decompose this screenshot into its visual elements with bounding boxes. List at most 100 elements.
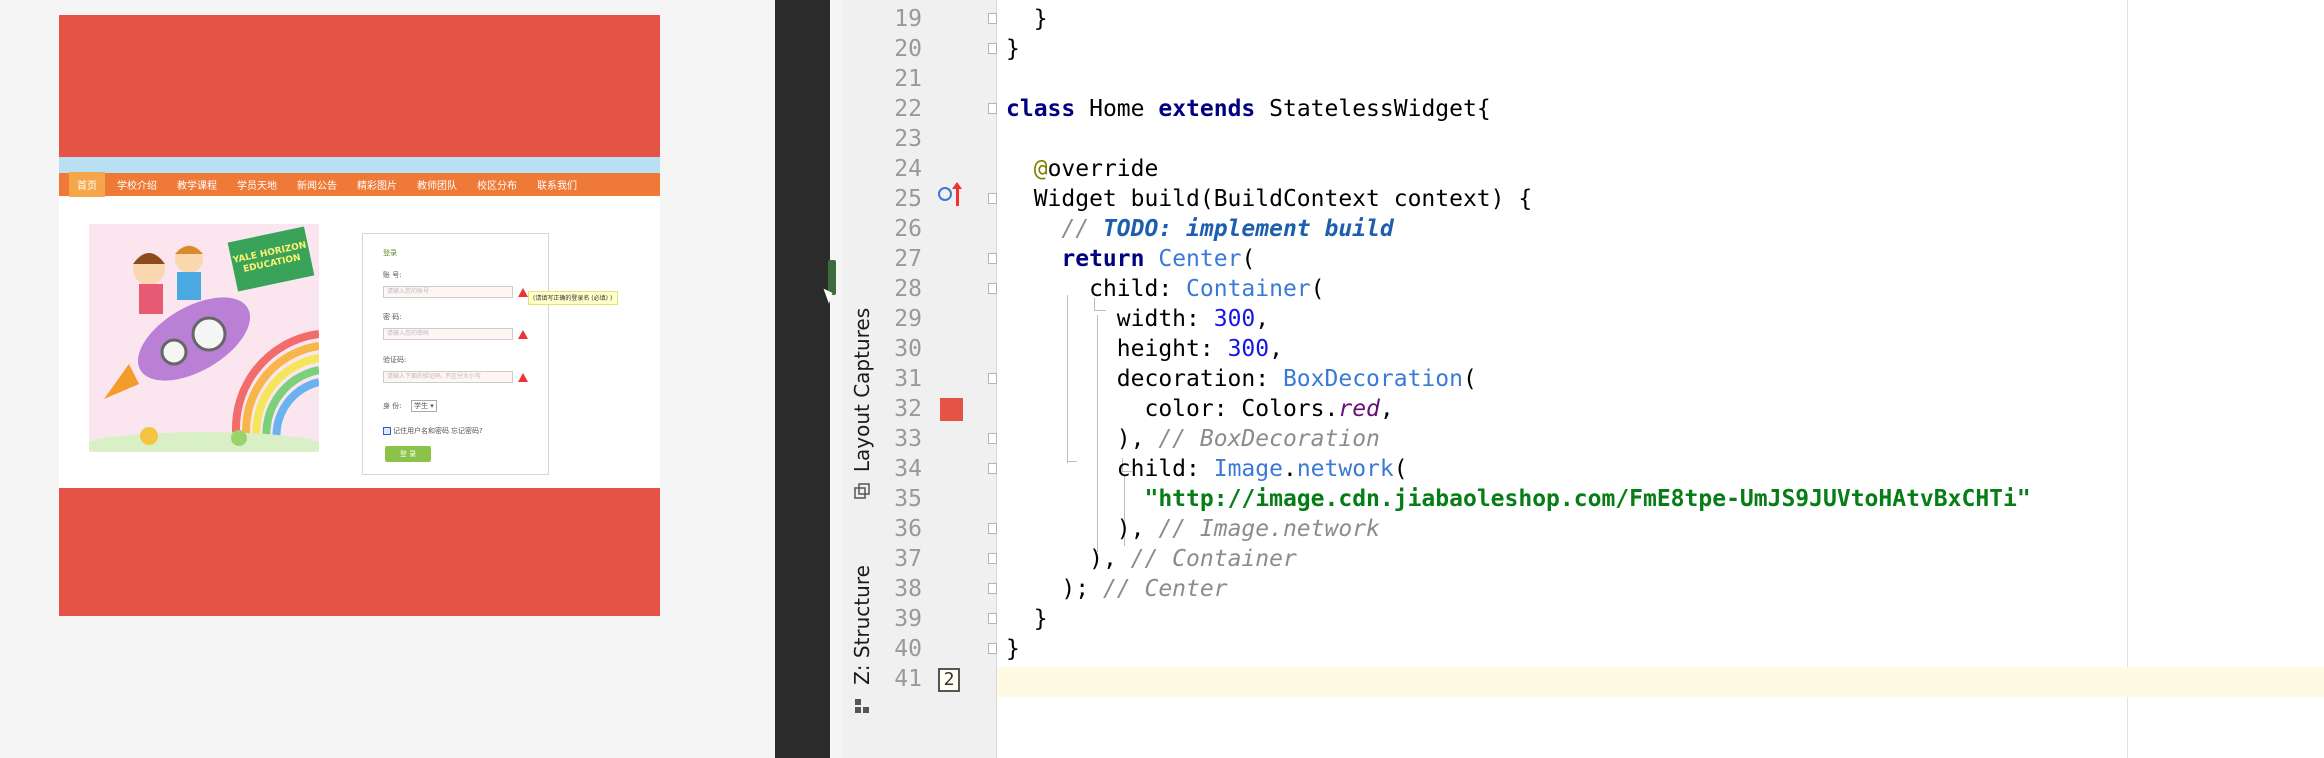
identity-label: 身 份:: [383, 402, 402, 410]
nav-item: 首页: [69, 172, 105, 197]
nav-item: 学校介绍: [117, 181, 157, 192]
code-text: ); // Center: [1061, 576, 1228, 602]
code-text: ), // Image.network: [1116, 516, 1380, 542]
code-text: "http://image.cdn.jiabaoleshop.com/FmE8t…: [1144, 486, 2031, 512]
password-label: 密 码:: [383, 313, 402, 321]
fold-marker-icon[interactable]: [988, 613, 997, 624]
code-line: 26 // TODO: implement build: [882, 214, 2324, 244]
line-number: 23: [894, 126, 922, 152]
fold-marker-icon[interactable]: [988, 523, 997, 534]
code-text: Widget build(BuildContext context) {: [1006, 186, 1533, 212]
warning-icon: [518, 330, 528, 339]
code-line: 37 ), // Container: [882, 544, 2324, 574]
line-number: 29: [894, 306, 922, 332]
line-number: 24: [894, 156, 922, 182]
code-line: 19 }: [882, 4, 2324, 34]
image-header-strip: [59, 157, 660, 173]
code-text: child: Container(: [1089, 276, 1325, 302]
validation-tooltip: (请填写正确的登录名 (必填) ): [528, 291, 618, 305]
line-number: 26: [894, 216, 922, 242]
layout-captures-tab[interactable]: Layout Captures: [842, 290, 882, 490]
code-line: 41: [882, 664, 2324, 694]
code-text: child: Image.network(: [1116, 456, 1408, 482]
override-marker-icon[interactable]: [938, 187, 952, 201]
code-line: 36 ), // Image.network: [882, 514, 2324, 544]
code-text: @override: [1033, 156, 1159, 182]
layout-captures-label: Layout Captures: [850, 307, 875, 473]
line-number: 19: [894, 6, 922, 32]
line-number: 41: [894, 666, 922, 692]
code-text: ), // BoxDecoration: [1116, 426, 1380, 452]
fold-marker-icon[interactable]: [988, 433, 997, 444]
line-number: 22: [894, 96, 922, 122]
captcha-label: 验证码:: [383, 356, 407, 364]
code-text: height: 300,: [1116, 336, 1283, 362]
code-text: width: 300,: [1116, 306, 1270, 332]
line-number: 21: [894, 66, 922, 92]
layout-captures-icon: [854, 483, 870, 499]
line-number: 27: [894, 246, 922, 272]
line-number: 39: [894, 606, 922, 632]
code-text: return Center(: [1061, 246, 1256, 272]
identity-select: 学生 ▾: [411, 400, 437, 412]
warning-icon: [518, 373, 528, 382]
line-number: 30: [894, 336, 922, 362]
line-number: 38: [894, 576, 922, 602]
line-number: 28: [894, 276, 922, 302]
nav-item: 校区分布: [477, 181, 517, 192]
fold-marker-icon[interactable]: [988, 373, 997, 384]
structure-tab[interactable]: Z: Structure: [842, 555, 882, 695]
nav-item: 精彩图片: [357, 181, 397, 192]
fold-marker-icon[interactable]: [988, 583, 997, 594]
code-editor[interactable]: 19 } 20 } 21 22 class Home extends State…: [882, 0, 2324, 758]
fold-marker-icon[interactable]: [988, 13, 997, 24]
line-number: 32: [894, 396, 922, 422]
fold-marker-icon[interactable]: [988, 283, 997, 294]
captcha-input: 请输入下面的验证码, 不区分大小写: [383, 371, 513, 383]
code-line: 35 "http://image.cdn.jiabaoleshop.com/Fm…: [882, 484, 2324, 514]
remember-label: 记住用户名和密码: [393, 427, 449, 435]
line-number: 25: [894, 186, 922, 212]
code-line: 24 @override: [882, 154, 2324, 184]
fold-marker-icon[interactable]: [988, 253, 997, 264]
code-text: class Home extends StatelessWidget{: [1006, 96, 1491, 122]
account-input: 请输入您的帐号: [383, 286, 513, 298]
code-line: 28 child: Container(: [882, 274, 2324, 304]
tool-window-strip: Layout Captures Z: Structure: [842, 0, 883, 758]
password-input: 请输入您的密码: [383, 328, 513, 340]
login-button: 登 录: [385, 446, 431, 462]
red-container: 首页 学校介绍 教学课程 学员天地 新闻公告 精彩图片 教师团队 校区分布 联系…: [59, 15, 660, 616]
image-nav-bar: 首页 学校介绍 教学课程 学员天地 新闻公告 精彩图片 教师团队 校区分布 联系…: [59, 172, 660, 197]
fold-marker-icon[interactable]: [988, 103, 997, 114]
nav-item: 联系我们: [537, 181, 577, 192]
code-text: }: [1006, 606, 1048, 632]
nav-item: 学员天地: [237, 181, 277, 192]
line-number: 33: [894, 426, 922, 452]
fold-marker-icon[interactable]: [988, 553, 997, 564]
emulator-preview: 首页 学校介绍 教学课程 学员天地 新闻公告 精彩图片 教师团队 校区分布 联系…: [0, 0, 775, 758]
line-number: 31: [894, 366, 922, 392]
fold-marker-icon[interactable]: [988, 463, 997, 474]
structure-icon: [855, 699, 869, 713]
cartoon-illustration: YALE HORIZON EDUCATION: [89, 224, 319, 452]
fold-marker-icon[interactable]: [988, 43, 997, 54]
nav-item: 新闻公告: [297, 181, 337, 192]
code-line: 31 decoration: BoxDecoration(: [882, 364, 2324, 394]
code-text: ), // Container: [1089, 546, 1297, 572]
code-text: }: [1006, 6, 1048, 32]
fold-marker-icon[interactable]: [988, 643, 997, 654]
network-image: 首页 学校介绍 教学课程 学员天地 新闻公告 精彩图片 教师团队 校区分布 联系…: [59, 157, 660, 488]
nav-item: 教师团队: [417, 181, 457, 192]
forgot-password-link: 忘记密码?: [451, 427, 483, 435]
code-text: }: [1006, 636, 1020, 662]
override-arrow-icon[interactable]: [952, 182, 962, 206]
code-text: // TODO: implement build: [1061, 216, 1394, 242]
login-title: 登录: [383, 249, 397, 257]
color-swatch-icon[interactable]: [940, 398, 963, 421]
code-line: 21: [882, 64, 2324, 94]
code-line: 22 class Home extends StatelessWidget{: [882, 94, 2324, 124]
code-line: 20 }: [882, 34, 2324, 64]
nav-item: 教学课程: [177, 181, 217, 192]
code-line: 33 ), // BoxDecoration: [882, 424, 2324, 454]
fold-marker-icon[interactable]: [988, 193, 997, 204]
